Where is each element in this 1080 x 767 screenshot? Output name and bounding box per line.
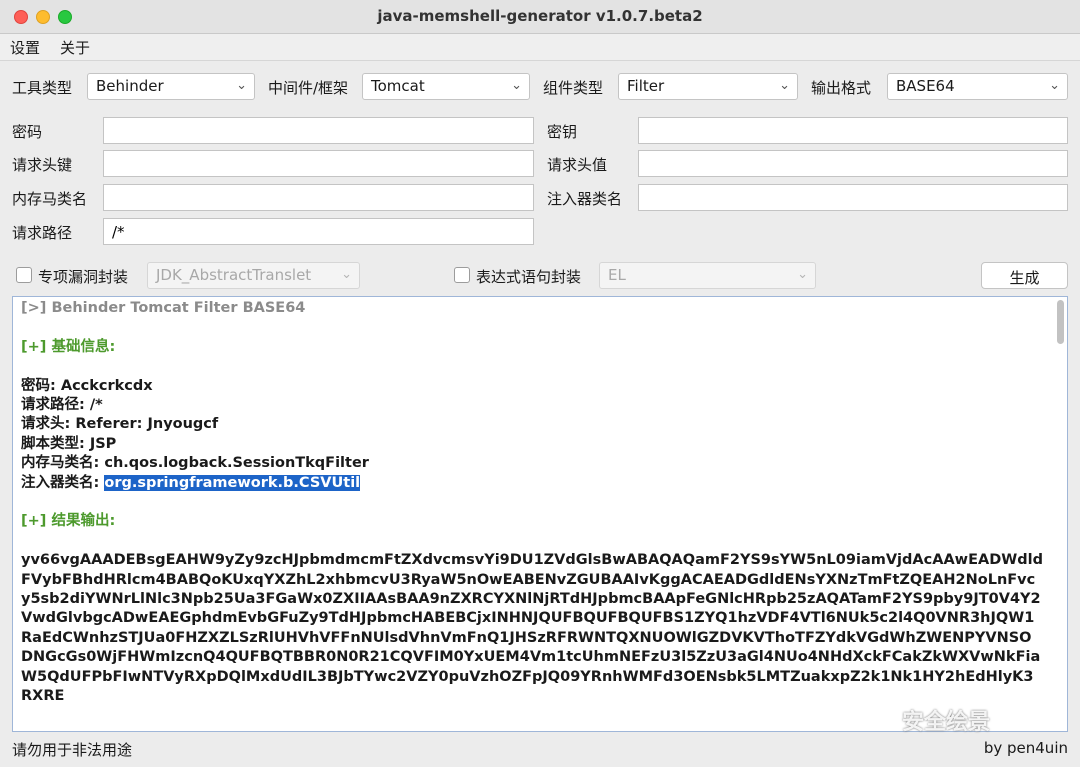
path-label: 请求路径 bbox=[12, 224, 73, 242]
chevron-down-icon: ⌄ bbox=[797, 267, 808, 282]
menu-about[interactable]: 关于 bbox=[60, 37, 90, 58]
component-type-select[interactable]: Filter ⌄ bbox=[618, 73, 798, 100]
component-type-value: Filter bbox=[627, 77, 665, 95]
output-format-label: 输出格式 bbox=[811, 79, 872, 97]
info-shell-class: 内存马类名: ch.qos.logback.SessionTkqFilter bbox=[21, 455, 369, 472]
title-bar: java-memshell-generator v1.0.7.beta2 bbox=[0, 0, 1080, 34]
selected-text: org.springframework.b.CSVUtil bbox=[104, 474, 361, 491]
expr-checkbox[interactable] bbox=[454, 267, 470, 283]
result-title: [+] 结果输出: bbox=[21, 513, 116, 530]
injector-prefix: 注入器类名: bbox=[21, 474, 105, 491]
expr-select[interactable]: EL ⌄ bbox=[599, 262, 816, 289]
middleware-label: 中间件/框架 bbox=[268, 79, 349, 97]
shell-class-input[interactable] bbox=[103, 184, 534, 211]
key-label: 密钥 bbox=[547, 123, 578, 141]
header-value-input[interactable] bbox=[638, 150, 1068, 177]
info-path: 请求路径: /* bbox=[21, 397, 103, 413]
password-label: 密码 bbox=[12, 123, 43, 141]
output-textarea[interactable]: [>] Behinder Tomcat Filter BASE64 [+] 基础… bbox=[12, 296, 1068, 732]
watermark: 安全绘景 bbox=[902, 710, 991, 735]
expr-value: EL bbox=[608, 266, 626, 284]
gadget-label: 专项漏洞封装 bbox=[38, 268, 129, 286]
status-author: by pen4uin bbox=[983, 739, 1068, 757]
output-scrollbar[interactable] bbox=[1057, 300, 1064, 344]
chevron-down-icon: ⌄ bbox=[511, 78, 522, 93]
status-warning: 请勿用于非法用途 bbox=[12, 741, 133, 759]
basic-info-title: [+] 基础信息: bbox=[21, 338, 116, 355]
key-input[interactable] bbox=[638, 117, 1068, 144]
menu-settings[interactable]: 设置 bbox=[10, 37, 40, 58]
menu-bar: 设置 关于 bbox=[0, 34, 1080, 61]
output-format-value: BASE64 bbox=[896, 77, 955, 95]
middleware-select[interactable]: Tomcat ⌄ bbox=[362, 73, 530, 100]
chevron-down-icon: ⌄ bbox=[236, 78, 247, 93]
tool-type-label: 工具类型 bbox=[12, 79, 73, 97]
status-bar: 请勿用于非法用途 by pen4uin bbox=[0, 736, 1080, 767]
middleware-value: Tomcat bbox=[371, 77, 425, 95]
chevron-down-icon: ⌄ bbox=[779, 78, 790, 93]
output-format-select[interactable]: BASE64 ⌄ bbox=[887, 73, 1068, 100]
header-value-label: 请求头值 bbox=[547, 156, 608, 174]
shell-class-label: 内存马类名 bbox=[12, 190, 88, 208]
password-input[interactable] bbox=[103, 117, 534, 144]
header-key-label: 请求头键 bbox=[12, 156, 73, 174]
gadget-checkbox[interactable] bbox=[16, 267, 32, 283]
injector-class-label: 注入器类名 bbox=[547, 190, 623, 208]
component-type-label: 组件类型 bbox=[543, 79, 604, 97]
output-header: [>] Behinder Tomcat Filter BASE64 bbox=[21, 300, 306, 316]
base64-output: yv66vgAAADEBsgEAHW9yZy9zcHJpbmdmcmFtZXdv… bbox=[21, 552, 1043, 705]
info-password: 密码: Acckcrkcdx bbox=[21, 377, 153, 394]
gadget-select[interactable]: JDK_AbstractTranslet ⌄ bbox=[147, 262, 360, 289]
injector-class-input[interactable] bbox=[638, 184, 1068, 211]
path-input[interactable] bbox=[103, 218, 534, 245]
info-injector-class: 注入器类名: org.springframework.b.CSVUtil bbox=[21, 474, 1043, 493]
header-key-input[interactable] bbox=[103, 150, 534, 177]
chevron-down-icon: ⌄ bbox=[341, 267, 352, 282]
info-header: 请求头: Referer: Jnyougcf bbox=[21, 416, 219, 433]
tool-type-value: Behinder bbox=[96, 77, 164, 95]
info-script-type: 脚本类型: JSP bbox=[21, 435, 117, 452]
chevron-down-icon: ⌄ bbox=[1049, 78, 1060, 93]
expr-label: 表达式语句封装 bbox=[476, 268, 582, 286]
gadget-value: JDK_AbstractTranslet bbox=[156, 266, 312, 284]
generate-button[interactable]: 生成 bbox=[981, 262, 1068, 289]
tool-type-select[interactable]: Behinder ⌄ bbox=[87, 73, 255, 100]
window-title: java-memshell-generator v1.0.7.beta2 bbox=[377, 7, 703, 25]
